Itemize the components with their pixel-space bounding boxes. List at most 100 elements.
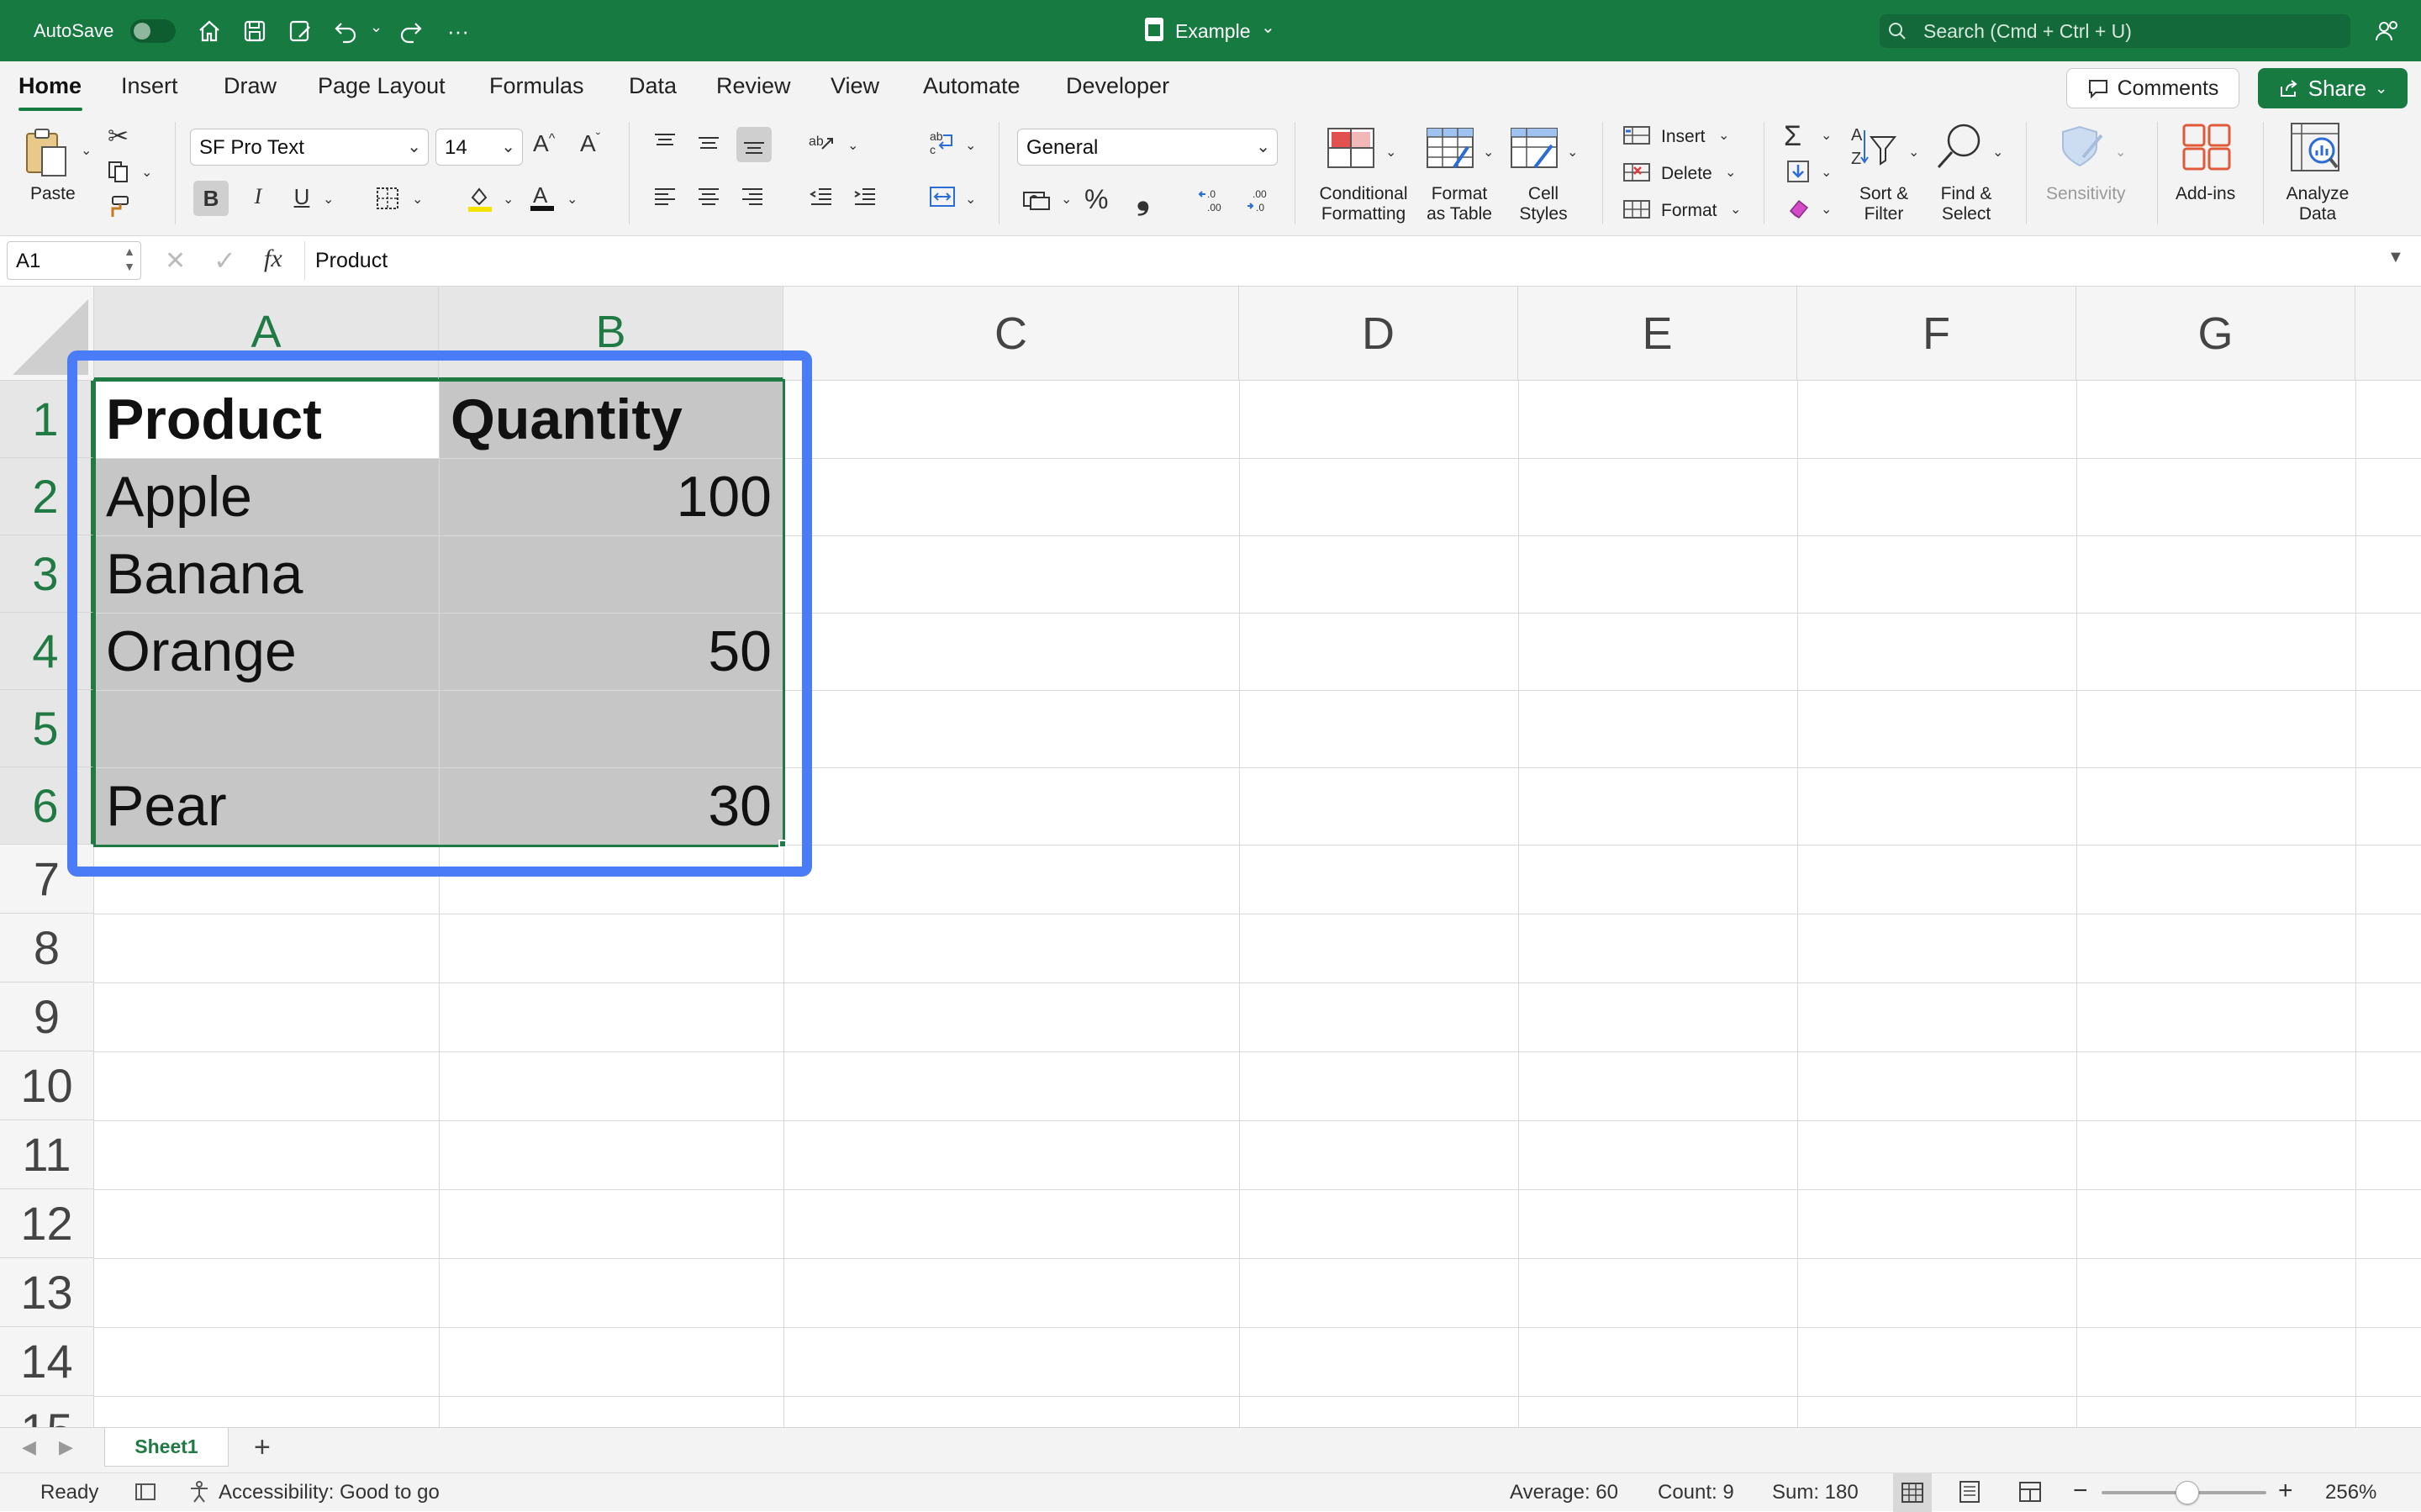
orientation-dropdown-icon[interactable]: ⌄: [847, 137, 858, 154]
cell-styles-icon[interactable]: [1510, 127, 1560, 176]
normal-view-button[interactable]: [1893, 1473, 1932, 1512]
tab-review[interactable]: Review: [716, 73, 791, 99]
format-dropdown-icon[interactable]: ⌄: [1730, 201, 1741, 218]
macro-record-icon[interactable]: [133, 1479, 158, 1510]
tab-automate[interactable]: Automate: [923, 73, 1021, 99]
accounting-format-icon[interactable]: [1022, 187, 1051, 219]
number-format-select[interactable]: General ⌄: [1017, 129, 1278, 166]
enter-icon[interactable]: ✓: [214, 245, 236, 277]
font-color-dropdown-icon[interactable]: ⌄: [567, 191, 578, 208]
redo-icon[interactable]: [397, 17, 425, 45]
add-sheet-button[interactable]: +: [254, 1431, 271, 1464]
row-header-8[interactable]: 8: [0, 914, 94, 983]
align-left-icon[interactable]: [652, 184, 678, 215]
autosave-toggle[interactable]: [130, 19, 176, 43]
addins-icon[interactable]: [2182, 124, 2233, 176]
borders-dropdown-icon[interactable]: ⌄: [412, 191, 423, 208]
page-layout-view-icon[interactable]: [1957, 1479, 1982, 1510]
share-button[interactable]: Share ⌄: [2258, 68, 2408, 108]
zoom-slider[interactable]: [2102, 1481, 2266, 1504]
previous-sheet-icon[interactable]: ◀: [22, 1436, 36, 1458]
fill-color-icon[interactable]: [466, 184, 494, 219]
autosum-dropdown-icon[interactable]: ⌄: [1821, 127, 1832, 144]
tab-home[interactable]: Home: [18, 73, 82, 99]
tab-view[interactable]: View: [831, 73, 879, 99]
undo-dropdown-icon[interactable]: ⌄: [370, 18, 382, 36]
column-header-h[interactable]: [2355, 287, 2421, 381]
wrap-text-dropdown-icon[interactable]: ⌄: [965, 137, 976, 154]
zoom-in-icon[interactable]: +: [2278, 1477, 2293, 1505]
share-chevron-down-icon[interactable]: ⌄: [2375, 80, 2387, 97]
tab-page-layout[interactable]: Page Layout: [318, 73, 446, 99]
accounting-dropdown-icon[interactable]: ⌄: [1061, 191, 1072, 208]
next-sheet-icon[interactable]: ▶: [59, 1436, 73, 1458]
column-header-d[interactable]: D: [1239, 287, 1518, 381]
name-box-stepper-icon[interactable]: ▲ ▼: [124, 244, 135, 274]
tab-developer[interactable]: Developer: [1066, 73, 1169, 99]
fill-dropdown-icon[interactable]: ⌄: [1821, 164, 1832, 181]
conditional-formatting-icon[interactable]: [1327, 127, 1377, 176]
format-as-table-dropdown-icon[interactable]: ⌄: [1483, 144, 1494, 161]
zoom-out-icon[interactable]: −: [2073, 1477, 2088, 1505]
insert-cells-label[interactable]: Insert: [1661, 127, 1706, 147]
format-cells-icon[interactable]: [1622, 198, 1651, 227]
home-icon[interactable]: [195, 17, 224, 45]
sort-filter-dropdown-icon[interactable]: ⌄: [1908, 144, 1919, 161]
align-top-icon[interactable]: [652, 130, 678, 161]
cut-icon[interactable]: ✂: [108, 122, 129, 151]
undo-icon[interactable]: [331, 17, 360, 45]
align-bottom-icon[interactable]: [736, 127, 772, 162]
underline-dropdown-icon[interactable]: ⌄: [323, 191, 334, 208]
insert-cells-icon[interactable]: [1622, 124, 1651, 153]
italic-button[interactable]: I: [245, 184, 271, 209]
column-header-c[interactable]: C: [783, 287, 1239, 381]
zoom-slider-thumb[interactable]: [2175, 1481, 2199, 1504]
wrap-text-icon[interactable]: ab c: [928, 129, 957, 163]
increase-font-size-icon[interactable]: A^: [533, 130, 555, 157]
fill-color-dropdown-icon[interactable]: ⌄: [503, 191, 514, 208]
format-painter-icon[interactable]: [106, 194, 131, 225]
clear-icon[interactable]: [1785, 196, 1811, 227]
account-icon[interactable]: [2372, 17, 2401, 45]
row-header-13[interactable]: 13: [0, 1258, 94, 1327]
delete-cells-icon[interactable]: [1622, 161, 1651, 190]
decrease-font-size-icon[interactable]: Aˇ: [580, 130, 600, 157]
underline-button[interactable]: U: [289, 184, 314, 210]
tab-insert[interactable]: Insert: [121, 73, 178, 99]
merge-dropdown-icon[interactable]: ⌄: [965, 191, 976, 208]
fill-icon[interactable]: [1785, 159, 1811, 190]
find-select-icon[interactable]: [1933, 122, 1986, 176]
expand-formula-bar-icon[interactable]: ▼: [2387, 248, 2404, 267]
row-header-11[interactable]: 11: [0, 1120, 94, 1189]
paste-icon[interactable]: [24, 127, 66, 176]
column-header-e[interactable]: E: [1518, 287, 1797, 381]
comments-button[interactable]: Comments: [2066, 68, 2239, 108]
borders-icon[interactable]: [375, 186, 400, 217]
increase-decimal-icon[interactable]: .0.00: [1197, 186, 1226, 220]
row-header-12[interactable]: 12: [0, 1189, 94, 1258]
copy-dropdown-icon[interactable]: ⌄: [141, 164, 152, 181]
row-header-14[interactable]: 14: [0, 1327, 94, 1396]
worksheet-grid[interactable]: A B C D E F G 1 2 3 4 5 6 7 8 9 10 11 12…: [0, 287, 2421, 1427]
document-title[interactable]: Example: [1175, 20, 1250, 43]
font-size-select[interactable]: 14 ⌄: [435, 129, 523, 166]
sensitivity-dropdown-icon[interactable]: ⌄: [2115, 144, 2126, 161]
sort-filter-icon[interactable]: AZ: [1849, 124, 1898, 175]
page-break-view-icon[interactable]: [2018, 1479, 2043, 1510]
more-icon[interactable]: ···: [444, 17, 472, 45]
tab-formulas[interactable]: Formulas: [489, 73, 584, 99]
cell-styles-dropdown-icon[interactable]: ⌄: [1567, 144, 1578, 161]
formula-input[interactable]: Product: [304, 241, 2381, 280]
font-name-select[interactable]: SF Pro Text ⌄: [190, 129, 429, 166]
accessibility-icon[interactable]: [187, 1479, 212, 1510]
paste-dropdown-icon[interactable]: ⌄: [81, 142, 92, 159]
align-middle-icon[interactable]: [696, 130, 721, 161]
decrease-decimal-icon[interactable]: .00.0: [1244, 186, 1273, 220]
accessibility-status[interactable]: Accessibility: Good to go: [219, 1481, 440, 1504]
row-header-15[interactable]: 15: [0, 1396, 94, 1427]
save-icon[interactable]: [240, 17, 269, 45]
delete-cells-label[interactable]: Delete: [1661, 164, 1712, 184]
column-header-f[interactable]: F: [1797, 287, 2076, 381]
analyze-data-icon[interactable]: [2290, 122, 2342, 178]
orientation-icon[interactable]: ab: [807, 130, 836, 161]
